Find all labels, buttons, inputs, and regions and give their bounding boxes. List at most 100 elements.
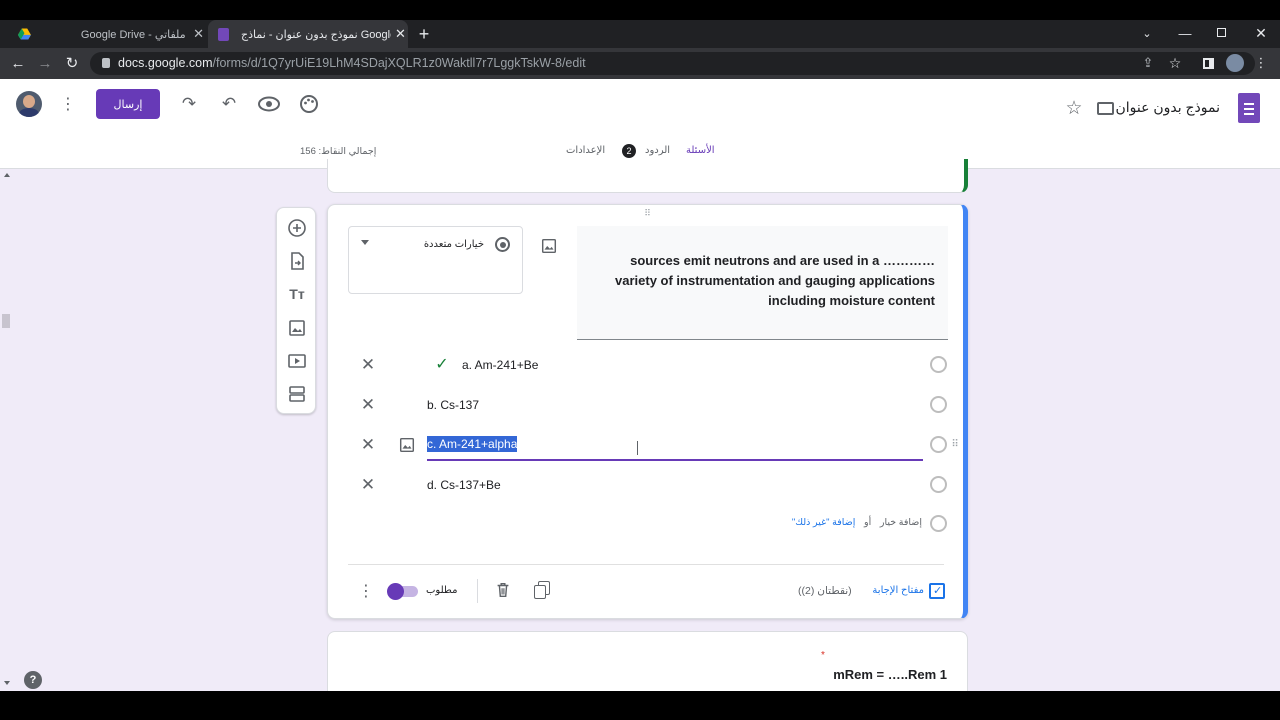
lock-icon [102, 58, 110, 68]
minimize-icon[interactable]: — [1176, 24, 1194, 42]
drag-handle-icon[interactable]: ⠿ [640, 208, 656, 218]
duplicate-icon[interactable] [534, 581, 551, 600]
forms-logo-icon[interactable] [1238, 93, 1260, 123]
option-input-selected[interactable]: c. Am-241+alpha [427, 436, 518, 452]
profile-avatar-icon[interactable] [1226, 54, 1244, 72]
more-options-icon[interactable]: ⋮ [358, 581, 374, 601]
or-label: أو [864, 517, 872, 528]
option-radio [930, 356, 947, 373]
side-panel-icon[interactable] [1203, 58, 1214, 69]
required-asterisk: * [821, 650, 825, 661]
remove-option-icon[interactable]: ✕ [358, 355, 378, 375]
reload-icon[interactable]: ↻ [62, 53, 82, 73]
forms-header [0, 79, 1280, 169]
question-text-field[interactable]: sources emit neutrons and are used in a … [577, 226, 948, 340]
add-image-to-question-icon[interactable] [540, 237, 558, 255]
points-label: (نقطتان (2)) [798, 585, 852, 597]
required-toggle[interactable] [387, 583, 418, 600]
scroll-down-icon[interactable] [4, 681, 10, 685]
question-footer: ✓ مفتاح الإجابة (نقطتان (2)) مطلوب ⋮ [328, 565, 964, 620]
option-label[interactable]: d. Cs-137+Be [427, 478, 501, 492]
add-option-row: إضافة خيار أو إضافة "غير ذلك" [328, 511, 964, 537]
remove-option-icon[interactable]: ✕ [358, 435, 378, 455]
add-title-icon[interactable]: Tт [287, 284, 307, 304]
answer-key-icon[interactable]: ✓ [929, 583, 945, 599]
required-label: مطلوب [426, 585, 458, 596]
add-option-link[interactable]: إضافة خيار [880, 517, 922, 528]
browser-menu-icon[interactable]: ⋮ [1255, 54, 1268, 72]
add-image-icon[interactable] [287, 318, 307, 338]
help-icon[interactable]: ? [24, 671, 42, 689]
total-points: إجمالي النقاط: 156 [300, 146, 377, 157]
url-path: /forms/d/1Q7yrUiE19LhM4SDajXQLR1z0Waktll… [212, 56, 586, 70]
form-title[interactable]: نموذج بدون عنوان [1110, 99, 1220, 116]
google-drive-icon [18, 28, 31, 40]
remove-option-icon[interactable]: ✕ [358, 395, 378, 415]
undo-icon[interactable]: ↶ [219, 94, 239, 114]
tab-title: نموذج بدون عنوان - نماذج Google [241, 28, 391, 41]
option-label[interactable]: b. Cs-137 [427, 398, 479, 412]
redo-icon[interactable]: ↷ [179, 94, 199, 114]
option-radio [930, 436, 947, 453]
more-options-icon[interactable]: ⋮ [60, 94, 76, 114]
option-input-underline [427, 459, 923, 461]
forward-icon[interactable]: → [35, 53, 55, 73]
add-question-icon[interactable] [287, 218, 307, 238]
import-questions-icon[interactable] [287, 251, 307, 271]
option-drag-handle-icon[interactable]: ⠿ [950, 436, 960, 452]
answer-key-link[interactable]: مفتاح الإجابة [848, 585, 924, 596]
tab-search-icon[interactable]: ⌄ [1138, 24, 1156, 42]
forms-app: نموذج بدون عنوان ☆ ⋮ إرسال ↷ ↶ إجمالي ال… [0, 79, 1280, 691]
new-tab-icon[interactable]: + [414, 24, 434, 44]
bottom-strip [0, 691, 1280, 720]
question-card[interactable]: ⠿ sources emit neutrons and are used in … [327, 204, 968, 619]
bookmark-star-icon[interactable]: ☆ [1167, 55, 1183, 71]
option-radio [930, 476, 947, 493]
star-icon[interactable]: ☆ [1064, 98, 1084, 119]
option-row-active[interactable]: ✕ c. Am-241+alpha ⠿ [328, 430, 964, 462]
close-tab-icon[interactable]: ✕ [193, 26, 204, 42]
question-type-label: خيارات متعددة [423, 239, 484, 250]
add-section-icon[interactable] [287, 384, 307, 404]
preview-eye-icon[interactable] [258, 96, 280, 112]
option-row[interactable]: ✕ b. Cs-137 [328, 390, 964, 420]
palette-icon[interactable] [299, 94, 319, 114]
add-video-icon[interactable] [287, 351, 307, 371]
close-window-icon[interactable]: ✕ [1252, 24, 1270, 42]
text-cursor-icon [637, 441, 638, 455]
floating-toolbar: Tт [276, 207, 316, 414]
add-image-to-option-icon[interactable] [398, 436, 416, 454]
radio-type-icon [495, 237, 510, 252]
tab-settings[interactable]: الإعدادات [566, 145, 605, 156]
question-type-dropdown[interactable]: خيارات متعددة [348, 226, 523, 294]
close-tab-icon[interactable]: ✕ [395, 26, 406, 42]
folder-icon[interactable] [1097, 102, 1114, 115]
browser-tab-drive[interactable]: Google Drive - ملفاتي ✕ [8, 20, 204, 48]
option-radio [930, 396, 947, 413]
back-icon[interactable]: ← [8, 53, 28, 73]
browser-tab-forms[interactable]: نموذج بدون عنوان - نماذج Google ✕ [208, 20, 408, 48]
option-row[interactable]: ✕ d. Cs-137+Be [328, 470, 964, 500]
option-row[interactable]: ✕ ✓ a. Am-241+Be [328, 350, 964, 380]
option-radio [930, 515, 947, 532]
maximize-icon[interactable] [1217, 28, 1226, 37]
question-line-1: sources emit neutrons and are used in a … [630, 253, 935, 268]
avatar[interactable] [16, 91, 42, 117]
option-label[interactable]: a. Am-241+Be [462, 358, 538, 372]
send-button[interactable]: إرسال [96, 89, 160, 119]
next-question-text: mRem = …..Rem 1 [833, 667, 947, 682]
tab-questions[interactable]: الأسئلة [686, 145, 715, 156]
next-question-card[interactable]: * mRem = …..Rem 1 [327, 631, 968, 691]
tab-responses[interactable]: الردود [645, 145, 670, 156]
share-icon[interactable]: ⇪ [1140, 55, 1156, 71]
scrollbar-thumb[interactable] [2, 314, 10, 328]
previous-question-card[interactable] [327, 159, 968, 193]
footer-divider [477, 579, 478, 603]
add-other-link[interactable]: إضافة "غير ذلك" [792, 517, 855, 528]
scroll-up-icon[interactable] [4, 173, 10, 177]
chevron-down-icon [361, 240, 369, 245]
tab-title: Google Drive - ملفاتي [80, 28, 186, 41]
responses-count-badge: 2 [622, 144, 636, 158]
delete-icon[interactable] [494, 581, 512, 599]
remove-option-icon[interactable]: ✕ [358, 475, 378, 495]
